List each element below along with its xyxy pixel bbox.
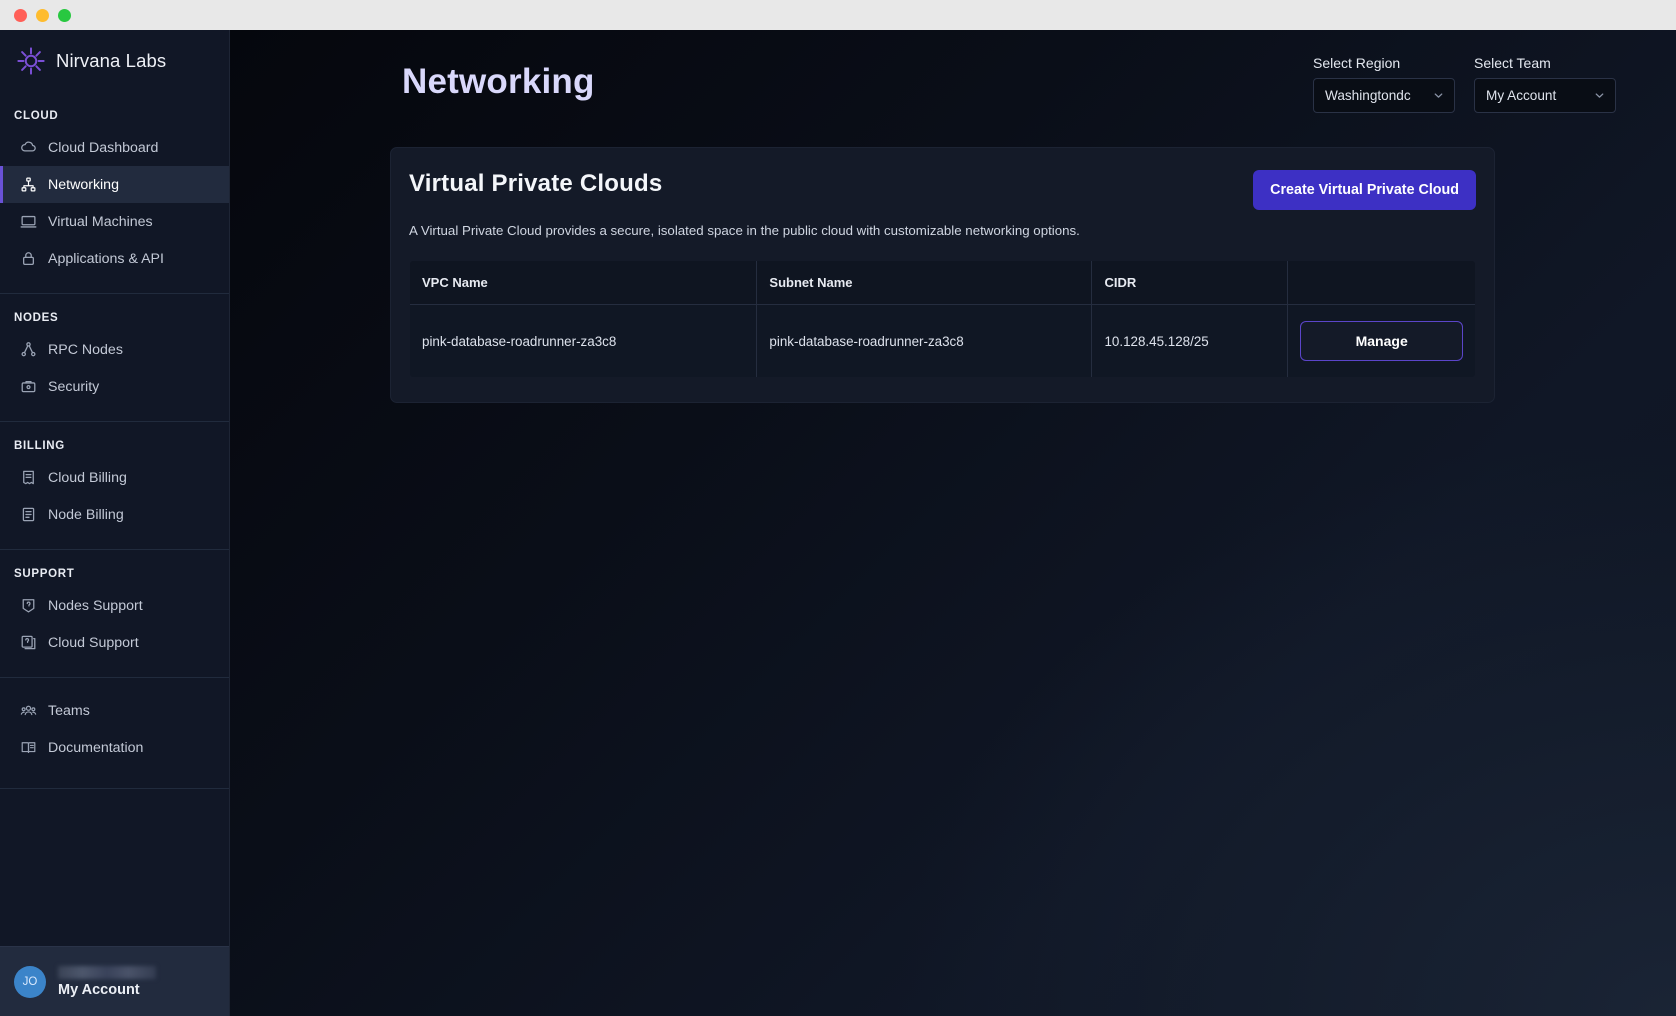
nav-section-billing: BILLING Cloud Billing (0, 422, 229, 550)
sidebar-item-label: Applications & API (48, 251, 164, 267)
vpc-card: Virtual Private Clouds Create Virtual Pr… (390, 147, 1495, 403)
column-header-cidr: CIDR (1092, 261, 1288, 305)
close-window-button[interactable] (14, 9, 27, 22)
manage-button[interactable]: Manage (1300, 321, 1463, 361)
account-email-redacted (58, 966, 156, 979)
section-label-billing: BILLING (0, 422, 229, 459)
zoom-window-button[interactable] (58, 9, 71, 22)
account-menu-button[interactable]: JO My Account (0, 946, 229, 1016)
receipt-icon (20, 469, 37, 486)
table-body: pink-database-roadrunner-za3c8 pink-data… (410, 305, 1476, 378)
minimize-window-button[interactable] (36, 9, 49, 22)
sidebar-item-label: Node Billing (48, 507, 124, 523)
help-book-icon (20, 634, 37, 651)
sidebar-item-label: Cloud Dashboard (48, 140, 158, 156)
sidebar-item-label: Networking (48, 177, 119, 193)
table-header-row: VPC Name Subnet Name CIDR (410, 261, 1476, 305)
region-selector-group: Select Region Washingtondc (1313, 55, 1455, 113)
card-header: Virtual Private Clouds Create Virtual Pr… (409, 170, 1476, 210)
chevron-down-icon (1593, 89, 1606, 102)
sidebar-item-nodes-support[interactable]: Nodes Support (0, 587, 229, 624)
sidebar-item-label: Teams (48, 703, 90, 719)
header-selectors: Select Region Washingtondc Select Team M… (1313, 55, 1616, 113)
book-icon (20, 739, 37, 756)
spacer (0, 405, 229, 413)
team-selector-group: Select Team My Account (1474, 55, 1616, 113)
sidebar-item-applications-api[interactable]: Applications & API (0, 240, 229, 277)
sidebar-item-networking[interactable]: Networking (0, 166, 229, 203)
nav-section-misc: Teams Documentation (0, 678, 229, 789)
sidebar-item-label: Virtual Machines (48, 214, 153, 230)
column-header-subnet-name: Subnet Name (757, 261, 1092, 305)
sidebar-item-label: Documentation (48, 740, 143, 756)
main-content: Networking Select Region Washingtondc Se… (230, 30, 1676, 1016)
avatar: JO (14, 966, 46, 998)
share-nodes-icon (20, 341, 37, 358)
cell-vpc-name: pink-database-roadrunner-za3c8 (410, 305, 757, 378)
create-virtual-private-cloud-button[interactable]: Create Virtual Private Cloud (1253, 170, 1476, 210)
network-icon (20, 176, 37, 193)
spacer (0, 533, 229, 541)
table-head: VPC Name Subnet Name CIDR (410, 261, 1476, 305)
region-select-value: Washingtondc (1325, 88, 1411, 103)
card-title: Virtual Private Clouds (409, 170, 662, 198)
help-shield-icon (20, 597, 37, 614)
sidebar-item-label: RPC Nodes (48, 342, 123, 358)
sidebar-item-teams[interactable]: Teams (0, 692, 229, 729)
account-name: My Account (58, 982, 156, 998)
sidebar-item-cloud-support[interactable]: Cloud Support (0, 624, 229, 661)
chevron-down-icon (1432, 89, 1445, 102)
sidebar: Nirvana Labs CLOUD Cloud Dashboard (0, 30, 230, 1016)
sidebar-item-virtual-machines[interactable]: Virtual Machines (0, 203, 229, 240)
sidebar-item-rpc-nodes[interactable]: RPC Nodes (0, 331, 229, 368)
region-select[interactable]: Washingtondc (1313, 78, 1455, 113)
sidebar-item-label: Security (48, 379, 99, 395)
people-icon (20, 702, 37, 719)
sidebar-item-cloud-dashboard[interactable]: Cloud Dashboard (0, 129, 229, 166)
sidebar-item-documentation[interactable]: Documentation (0, 729, 229, 766)
table-row: pink-database-roadrunner-za3c8 pink-data… (410, 305, 1476, 378)
nav-section-cloud: CLOUD Cloud Dashboard (0, 92, 229, 294)
cell-subnet-name: pink-database-roadrunner-za3c8 (757, 305, 1092, 378)
sidebar-item-cloud-billing[interactable]: Cloud Billing (0, 459, 229, 496)
briefcase-icon (20, 378, 37, 395)
team-select[interactable]: My Account (1474, 78, 1616, 113)
column-header-actions (1288, 261, 1476, 305)
window-titlebar (0, 0, 1676, 30)
cell-actions: Manage (1288, 305, 1476, 378)
brand[interactable]: Nirvana Labs (0, 30, 229, 92)
sidebar-item-label: Cloud Support (48, 635, 139, 651)
page-title: Networking (402, 62, 595, 102)
vpc-table: VPC Name Subnet Name CIDR pink-database-… (409, 260, 1476, 378)
team-select-value: My Account (1486, 88, 1556, 103)
spacer (0, 277, 229, 285)
spacer (0, 766, 229, 780)
sidebar-nav: CLOUD Cloud Dashboard (0, 92, 229, 946)
lock-icon (20, 250, 37, 267)
brand-name: Nirvana Labs (56, 50, 166, 72)
app-root: Nirvana Labs CLOUD Cloud Dashboard (0, 30, 1676, 1016)
spacer (0, 661, 229, 669)
column-header-vpc-name: VPC Name (410, 261, 757, 305)
receipt-alt-icon (20, 506, 37, 523)
section-label-nodes: NODES (0, 294, 229, 331)
nav-section-nodes: NODES RPC Nodes (0, 294, 229, 422)
starburst-logo-icon (16, 46, 46, 76)
sidebar-item-node-billing[interactable]: Node Billing (0, 496, 229, 533)
sidebar-item-security[interactable]: Security (0, 368, 229, 405)
card-subtitle: A Virtual Private Cloud provides a secur… (409, 223, 1476, 238)
region-selector-label: Select Region (1313, 55, 1455, 71)
team-selector-label: Select Team (1474, 55, 1616, 71)
spacer (0, 678, 229, 692)
cell-cidr: 10.128.45.128/25 (1092, 305, 1288, 378)
nav-section-support: SUPPORT Nodes Support (0, 550, 229, 678)
sidebar-item-label: Nodes Support (48, 598, 143, 614)
section-label-support: SUPPORT (0, 550, 229, 587)
monitor-icon (20, 213, 37, 230)
page-header: Networking Select Region Washingtondc Se… (230, 30, 1676, 140)
sidebar-item-label: Cloud Billing (48, 470, 127, 486)
cloud-icon (20, 139, 37, 156)
account-text: My Account (58, 966, 156, 998)
section-label-cloud: CLOUD (0, 92, 229, 129)
